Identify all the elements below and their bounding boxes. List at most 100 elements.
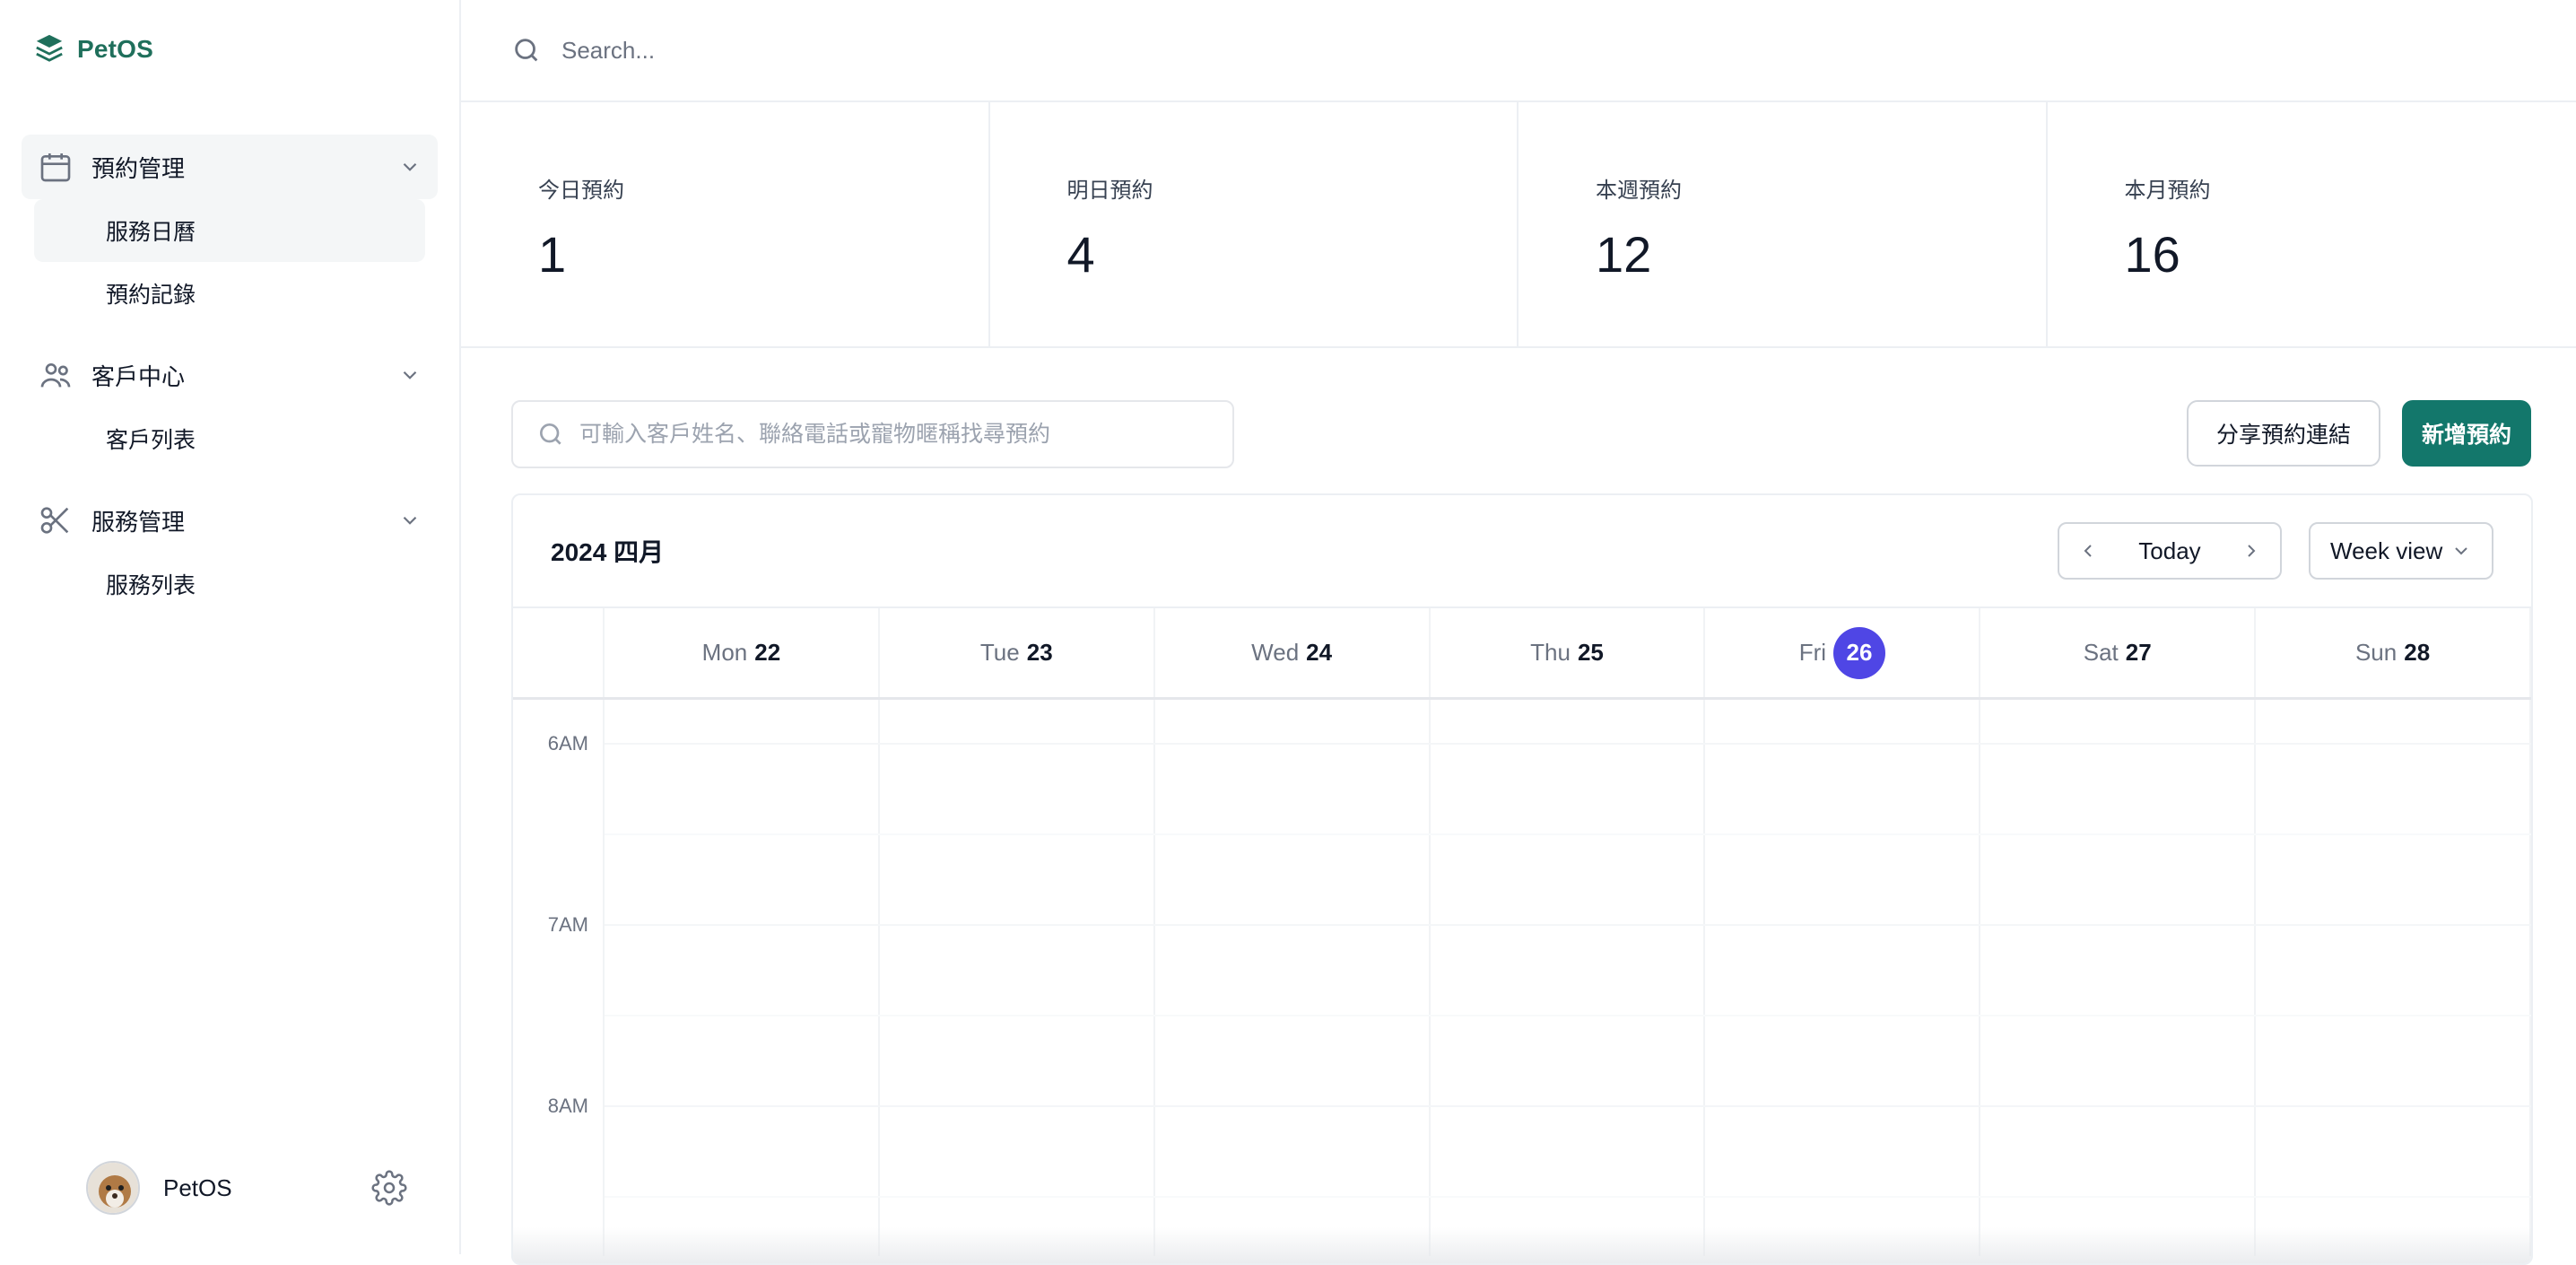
nav-group-header-appointments[interactable]: 預約管理 — [22, 135, 438, 199]
sidebar: PetOS 預約管理 服務日曆 預約記錄 — [0, 0, 461, 1254]
add-appointment-button[interactable]: 新增預約 — [2402, 400, 2531, 467]
brand-name: PetOS — [77, 35, 153, 64]
day-column[interactable] — [2256, 700, 2531, 1256]
nav-group-header-services[interactable]: 服務管理 — [22, 488, 438, 553]
stat-label: 本月預約 — [2125, 172, 2576, 204]
user-name: PetOS — [163, 1174, 371, 1202]
search-icon — [536, 420, 565, 449]
day-column[interactable] — [1431, 700, 1706, 1256]
day-header-fri[interactable]: Fri 26 — [1705, 608, 1980, 697]
day-name: Thu — [1530, 639, 1571, 667]
time-label: 8AM — [548, 1095, 588, 1118]
day-number: 24 — [1306, 639, 1332, 667]
stat-value: 4 — [1067, 225, 1518, 284]
day-name: Sat — [2084, 639, 2119, 667]
calendar-icon — [38, 149, 74, 185]
day-header-tue[interactable]: Tue 23 — [880, 608, 1155, 697]
stat-week: 本週預約 12 — [1519, 102, 2048, 346]
day-header-sat[interactable]: Sat 27 — [1980, 608, 2256, 697]
appointment-search-input[interactable] — [578, 421, 1223, 449]
stat-value: 1 — [538, 225, 988, 284]
sidebar-footer: PetOS — [86, 1161, 407, 1215]
half-hour-line — [605, 833, 2531, 835]
global-search-input[interactable] — [560, 36, 1367, 65]
day-name: Sun — [2355, 639, 2397, 667]
calendar-header: 2024 四月 Today Week view — [513, 495, 2531, 608]
day-header-wed[interactable]: Wed 24 — [1155, 608, 1431, 697]
chevron-down-icon — [398, 363, 422, 387]
stats-row: 今日預約 1 明日預約 4 本週預約 12 本月預約 16 — [461, 102, 2576, 348]
today-badge: 26 — [1833, 627, 1885, 679]
search-icon — [511, 35, 542, 65]
chevron-left-icon[interactable] — [2077, 540, 2099, 562]
stat-month: 本月預約 16 — [2048, 102, 2576, 346]
calendar-toolbar: 分享預約連結 新增預約 — [461, 348, 2576, 492]
time-column-header — [513, 608, 605, 697]
day-number: 23 — [1027, 639, 1053, 667]
share-booking-link-button[interactable]: 分享預約連結 — [2187, 400, 2380, 467]
sidebar-item-customer-list[interactable]: 客戶列表 — [34, 407, 425, 470]
stack-icon — [34, 32, 65, 67]
hour-line — [605, 924, 2531, 926]
stat-label: 今日預約 — [538, 172, 988, 204]
users-icon — [38, 357, 74, 393]
day-column[interactable] — [1980, 700, 2256, 1256]
stat-today: 今日預約 1 — [461, 102, 990, 346]
calendar-grid: 6AM 7AM 8AM — [513, 700, 2531, 1256]
topbar — [461, 0, 2576, 102]
gear-icon[interactable] — [371, 1170, 407, 1206]
hour-line — [605, 743, 2531, 745]
calendar-nav-controls: Today — [2058, 522, 2282, 580]
chevron-right-icon[interactable] — [2241, 540, 2262, 562]
day-header-thu[interactable]: Thu 25 — [1431, 608, 1706, 697]
day-column[interactable] — [880, 700, 1155, 1256]
sidebar-item-service-list[interactable]: 服務列表 — [34, 553, 425, 615]
sidebar-item-service-calendar[interactable]: 服務日曆 — [34, 199, 425, 262]
day-number: 22 — [754, 639, 780, 667]
day-number: 25 — [1578, 639, 1604, 667]
bottom-fade — [513, 1227, 2531, 1263]
chevron-down-icon — [398, 509, 422, 532]
day-name: Tue — [980, 639, 1020, 667]
brand[interactable]: PetOS — [34, 31, 153, 68]
day-column[interactable] — [1705, 700, 1980, 1256]
time-label: 7AM — [548, 913, 588, 937]
avatar[interactable] — [86, 1161, 140, 1215]
view-select[interactable]: Week view — [2309, 522, 2493, 580]
time-label: 6AM — [548, 732, 588, 755]
nav-group-services: 服務管理 服務列表 — [22, 488, 438, 615]
chevron-down-icon — [2450, 540, 2472, 562]
stat-label: 明日預約 — [1067, 172, 1518, 204]
nav-group-label: 服務管理 — [91, 504, 398, 537]
stat-value: 16 — [2125, 225, 2576, 284]
day-column[interactable] — [605, 700, 880, 1256]
stat-value: 12 — [1596, 225, 2046, 284]
day-number: 27 — [2126, 639, 2152, 667]
calendar-card: 2024 四月 Today Week view Mon — [511, 493, 2533, 1265]
day-column[interactable] — [1155, 700, 1431, 1256]
day-name: Wed — [1251, 639, 1299, 667]
calendar-days-row: Mon 22 Tue 23 Wed 24 Thu 25 Fri 26 Sat 2… — [513, 608, 2531, 700]
nav-group-appointments: 預約管理 服務日曆 預約記錄 — [22, 135, 438, 325]
sidebar-item-appointment-records[interactable]: 預約記錄 — [34, 262, 425, 325]
nav-group-customers: 客戶中心 客戶列表 — [22, 343, 438, 470]
sidebar-nav: 預約管理 服務日曆 預約記錄 — [22, 135, 438, 633]
day-name: Mon — [702, 639, 748, 667]
day-name: Fri — [1799, 639, 1826, 667]
day-number: 28 — [2404, 639, 2430, 667]
view-select-label: Week view — [2330, 537, 2442, 565]
half-hour-line — [605, 1015, 2531, 1016]
main: 今日預約 1 明日預約 4 本週預約 12 本月預約 16 分享預約連結 — [461, 0, 2576, 1254]
stat-tomorrow: 明日預約 4 — [990, 102, 1519, 346]
hour-line — [605, 1105, 2531, 1107]
nav-group-header-customers[interactable]: 客戶中心 — [22, 343, 438, 407]
stat-label: 本週預約 — [1596, 172, 2046, 204]
nav-group-label: 客戶中心 — [91, 359, 398, 392]
day-header-mon[interactable]: Mon 22 — [605, 608, 880, 697]
half-hour-line — [605, 1196, 2531, 1198]
time-column: 6AM 7AM 8AM — [513, 700, 605, 1256]
appointment-search — [511, 400, 1234, 468]
chevron-down-icon — [398, 155, 422, 179]
day-header-sun[interactable]: Sun 28 — [2256, 608, 2531, 697]
today-button[interactable]: Today — [2138, 537, 2200, 565]
